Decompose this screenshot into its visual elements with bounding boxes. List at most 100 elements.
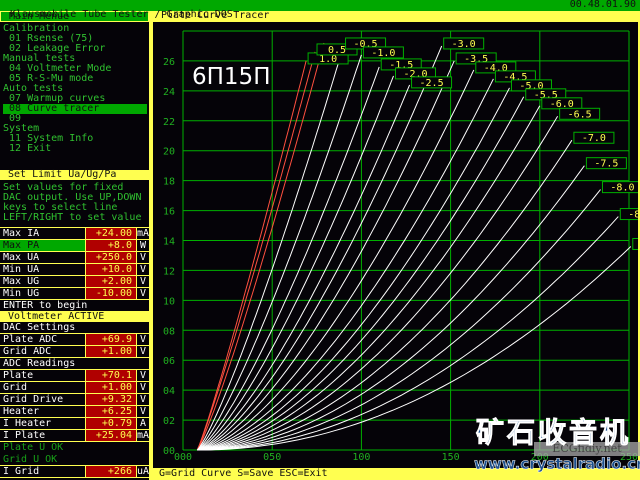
- curve-ug--3.5: [197, 60, 455, 451]
- limit-row[interactable]: Max UA +250.0 V: [0, 252, 149, 264]
- dac-label: Plate ADC: [3, 334, 58, 345]
- igrid-value: +266: [85, 466, 136, 477]
- dac-label: Grid ADC: [3, 346, 52, 357]
- limit-label: Max PA: [0, 240, 85, 251]
- menu-item[interactable]: 08 Curve tracer: [3, 104, 147, 114]
- limit-label: Min UG: [3, 288, 40, 299]
- limit-unit: W: [136, 240, 149, 251]
- adc-row[interactable]: I Heater +0.79 A: [0, 418, 149, 430]
- limit-value: -10.00: [85, 288, 136, 299]
- x-tick-label: 150: [442, 452, 460, 463]
- limit-label: Max UG: [3, 276, 40, 287]
- limit-row[interactable]: Min UG -10.00 V: [0, 288, 149, 300]
- curve-ug--1.5: [197, 66, 380, 451]
- adc-row[interactable]: Grid +1.00 V: [0, 382, 149, 394]
- dac-settings-header: DAC Settings: [0, 322, 149, 334]
- limit-row[interactable]: Min UA +10.0 V: [0, 264, 149, 276]
- adc-value: +25.04: [85, 430, 136, 441]
- watermark-url: www.crystalradio.cn: [474, 455, 640, 473]
- dac-value: +69.9: [85, 334, 136, 345]
- adc-unit: mA: [136, 430, 150, 441]
- x-tick-label: 000: [174, 452, 192, 463]
- limit-unit: V: [136, 276, 149, 287]
- dac-row[interactable]: Plate ADC +69.9 V: [0, 334, 149, 346]
- dac-table: Plate ADC +69.9 V Grid ADC +1.00 V: [0, 334, 149, 358]
- curve-label-box: [632, 237, 638, 250]
- adc-unit: V: [136, 394, 149, 405]
- app-title: Klausmobile Tube Tester / Graphic DOS: [10, 9, 233, 20]
- adc-row[interactable]: Heater +6.25 V: [0, 406, 149, 418]
- left-panel: Main Menue Calibration 01 Rsense (75) 02…: [0, 11, 151, 480]
- y-tick-label: 22: [163, 117, 175, 128]
- limit-label: Max UA: [3, 252, 40, 263]
- watermark: ECGfidiy.net 矿石收音机 www.crystalradio.cn: [474, 416, 640, 473]
- adc-label: Grid: [3, 382, 28, 393]
- dac-value: +1.00: [85, 346, 136, 357]
- adc-unit: V: [136, 406, 149, 417]
- adc-value: +70.1: [85, 370, 136, 381]
- adc-value: +9.32: [85, 394, 136, 405]
- limit-row[interactable]: Max IA +24.00 mA: [0, 228, 149, 240]
- y-tick-label: 26: [163, 57, 175, 68]
- limit-value: +8.0: [85, 240, 136, 251]
- y-tick-label: 20: [163, 147, 175, 158]
- limit-label: Min UA: [3, 264, 40, 275]
- dac-unit: V: [136, 334, 149, 345]
- adc-readings-header: ADC Readings: [0, 358, 149, 370]
- limit-row[interactable]: Max PA +8.0 W: [0, 240, 149, 252]
- y-tick-label: 12: [163, 266, 175, 277]
- limit-unit: mA: [136, 228, 150, 239]
- title-bar: Klausmobile Tube Tester / Graphic DOS 00…: [0, 0, 640, 20]
- curve-label: -1.0: [371, 48, 395, 59]
- x-tick-label: 100: [352, 452, 370, 463]
- y-tick-label: 24: [163, 87, 175, 98]
- limit-unit: V: [136, 288, 149, 299]
- grid-status: Grid U OK: [0, 454, 149, 466]
- curve-ug--8.5: [197, 216, 619, 451]
- igrid-label: I Grid: [3, 466, 40, 477]
- watermark-cn: 矿石收音机: [475, 416, 632, 449]
- curve-ug--1.0: [196, 54, 362, 451]
- adc-unit: V: [136, 382, 149, 393]
- igrid-unit: uA: [136, 466, 150, 477]
- y-tick-label: 10: [163, 296, 175, 307]
- dac-row[interactable]: Grid ADC +1.00 V: [0, 346, 149, 358]
- adc-table: Plate +70.1 V Grid +1.00 V Grid Drive +9.32 V Hea…: [0, 370, 149, 442]
- y-tick-label: 08: [163, 326, 175, 337]
- limit-unit: V: [136, 252, 149, 263]
- adc-value: +6.25: [85, 406, 136, 417]
- adc-row[interactable]: Plate +70.1 V: [0, 370, 149, 382]
- menu-item[interactable]: 12 Exit: [3, 144, 149, 154]
- curve-label: -8.0: [610, 183, 634, 194]
- limits-table: Max IA +24.00 mA Max PA +8.0 W Max UA +250.0 V Mi…: [0, 228, 149, 300]
- plate-status: Plate U OK: [3, 442, 64, 453]
- limit-unit: V: [136, 264, 149, 275]
- y-tick-label: 02: [163, 416, 175, 427]
- igrid-row: I Grid +266 uA: [0, 466, 149, 478]
- curve-label: -8.5: [628, 210, 638, 221]
- limits-description: Set values for fixed DAC output. Use UP,…: [0, 180, 149, 228]
- curve-label: -2.5: [420, 78, 444, 89]
- limit-value: +250.0: [85, 252, 136, 263]
- tube-name: 6П15П: [192, 64, 271, 90]
- limit-value: +2.00: [85, 276, 136, 287]
- limits-header: Set Limit Ua/Ug/Pa: [0, 170, 149, 180]
- limit-row[interactable]: Max UG +2.00 V: [0, 276, 149, 288]
- adc-label: I Plate: [3, 430, 46, 441]
- y-tick-label: 04: [163, 386, 175, 397]
- curve-ug--2.0: [197, 75, 394, 451]
- adc-unit: A: [136, 418, 149, 429]
- adc-label: I Heater: [3, 418, 52, 429]
- limit-label: Max IA: [3, 228, 40, 239]
- adc-label: Grid Drive: [3, 394, 64, 405]
- dac-unit: V: [136, 346, 149, 357]
- adc-row[interactable]: I Plate +25.04 mA: [0, 430, 149, 442]
- adc-row[interactable]: Grid Drive +9.32 V: [0, 394, 149, 406]
- y-tick-label: 16: [163, 207, 175, 218]
- curve-label: -7.5: [594, 159, 618, 170]
- adc-unit: V: [136, 370, 149, 381]
- y-tick-label: 06: [163, 356, 175, 367]
- y-tick-label: 14: [163, 237, 175, 248]
- curve-ug-0.0: [196, 42, 325, 451]
- limit-value: +10.0: [85, 264, 136, 275]
